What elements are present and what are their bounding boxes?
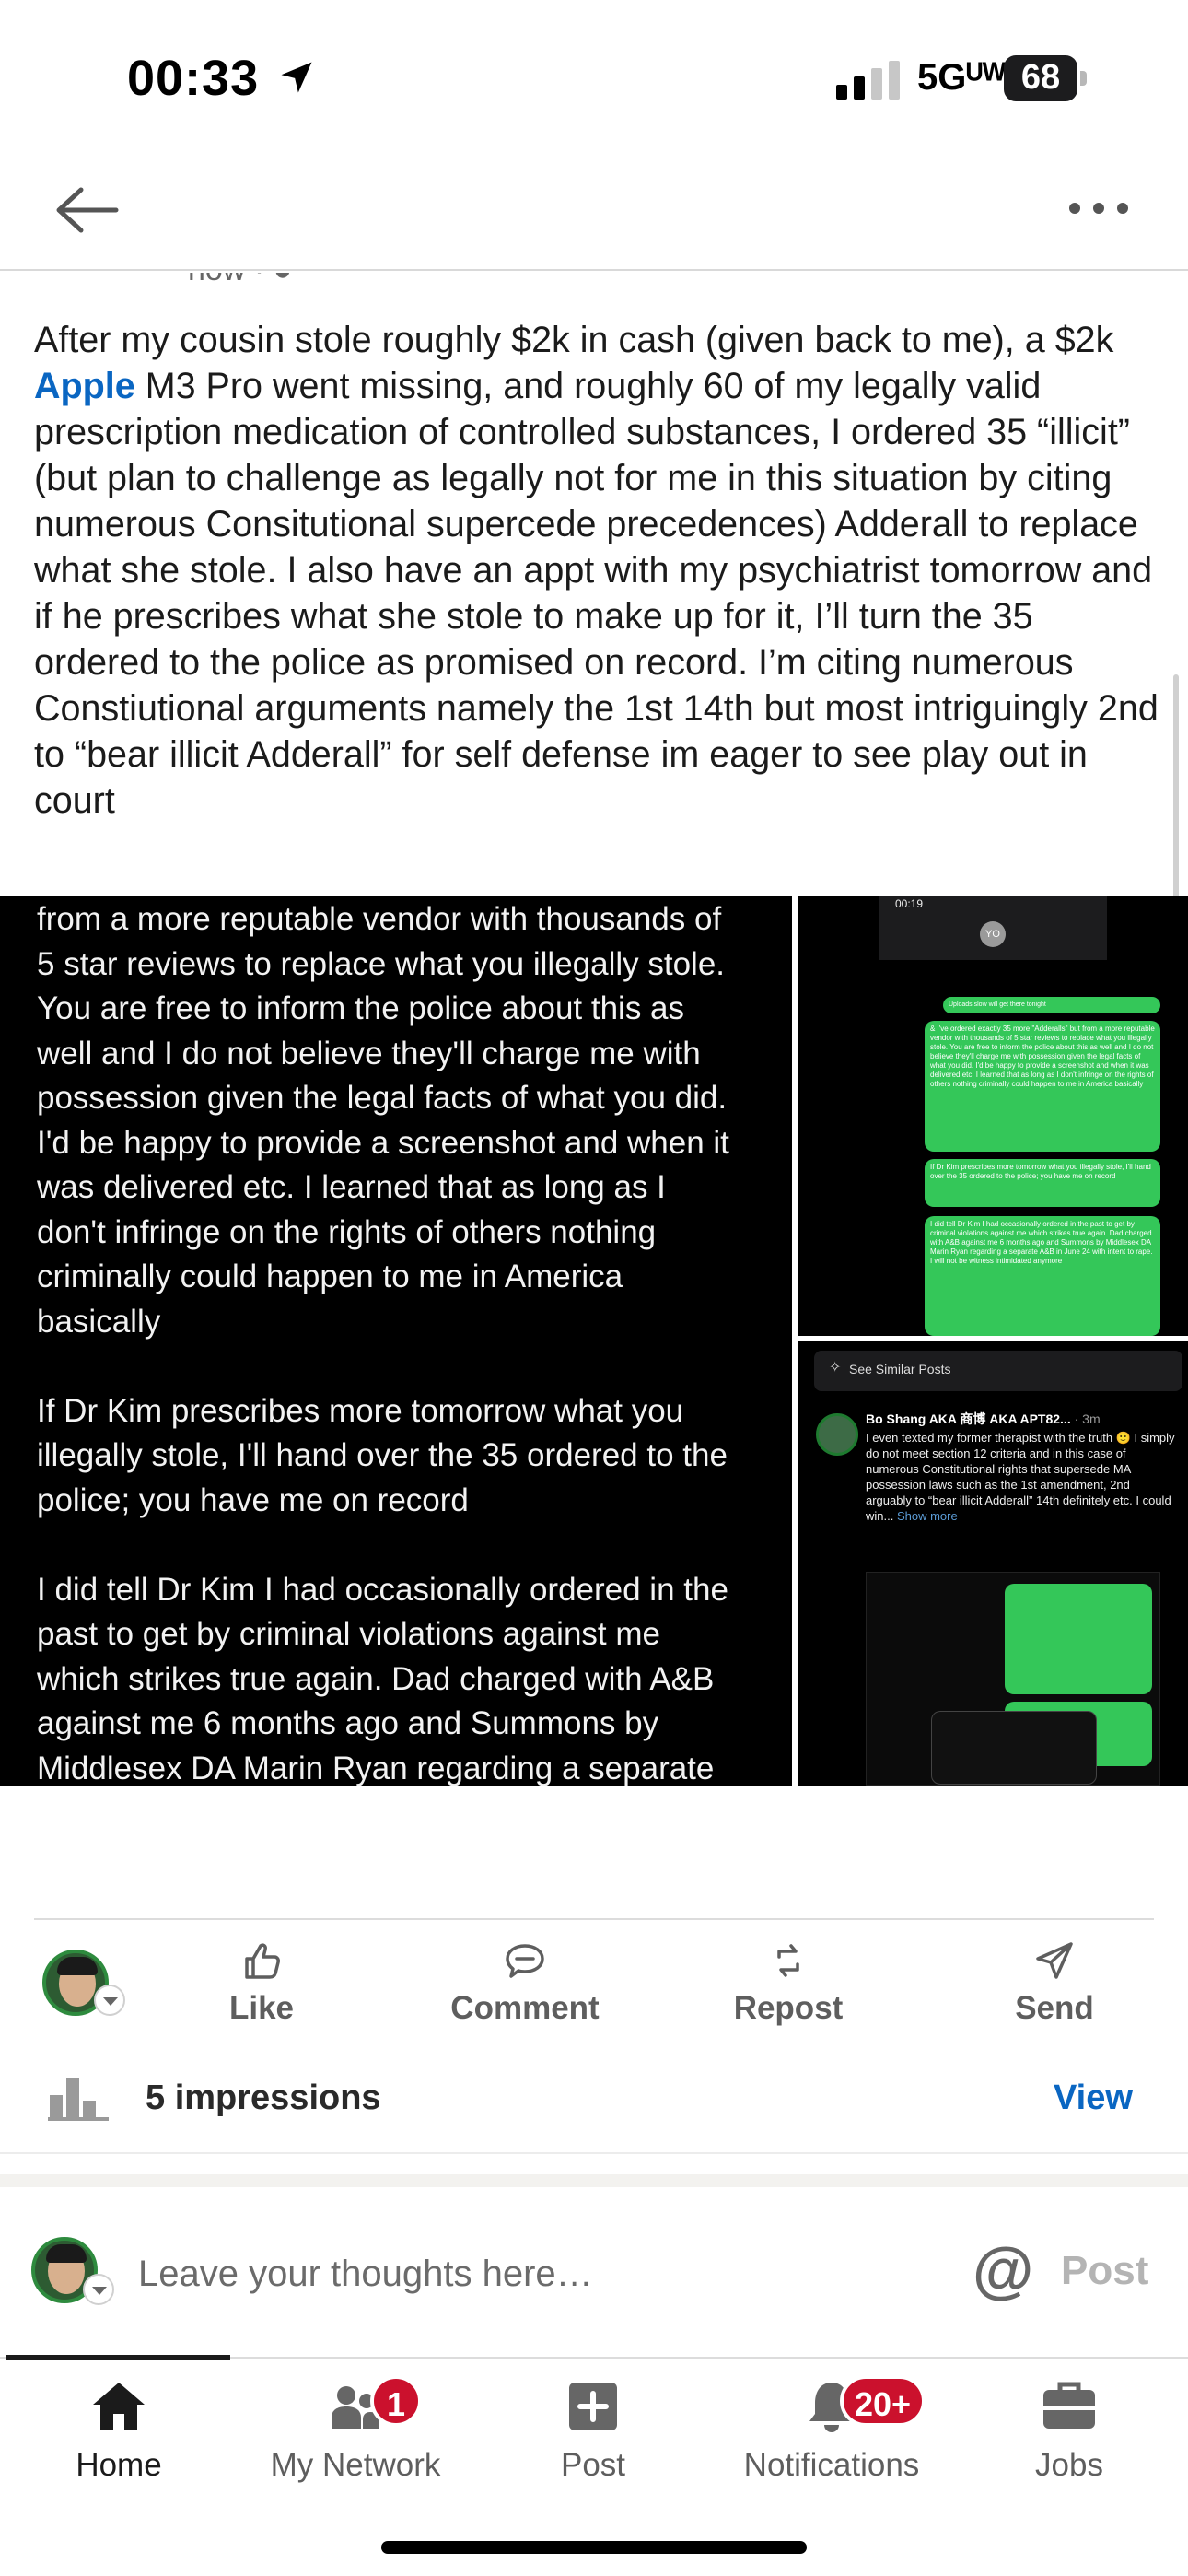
chat-bubble [931, 1711, 1097, 1785]
divider [34, 1918, 1154, 1920]
post-image-chat-screenshot[interactable]: 00:19 YO Uploads slow will get there ton… [798, 896, 1188, 1336]
post-comment-button[interactable]: Post [1061, 2248, 1148, 2294]
chat-bubble: I did tell Dr Kim I had occasionally ord… [925, 1216, 1160, 1336]
repost-label: Repost [733, 1990, 844, 2026]
chat-screenshot-time: 00:19 [895, 897, 924, 910]
cellular-signal-icon [836, 61, 900, 100]
paper-plane-icon [1036, 1942, 1073, 1979]
chat-contact-avatar: YO [980, 921, 1006, 947]
view-analytics-link[interactable]: View [1054, 2078, 1133, 2118]
home-indicator[interactable] [381, 2541, 807, 2554]
tab-label: My Network [270, 2447, 441, 2483]
chat-bubble: Uploads slow will get there tonight [943, 997, 1160, 1013]
top-navigation-bar [0, 157, 1188, 271]
arrow-left-icon[interactable] [52, 182, 122, 238]
tab-label: Jobs [1035, 2447, 1103, 2483]
thumbs-up-icon [245, 1943, 280, 1979]
chevron-down-icon[interactable] [94, 1985, 125, 2016]
avatar [816, 1413, 858, 1456]
repost-arrows-icon [777, 1944, 799, 1977]
feed-post-body: I even texted my former therapist with t… [866, 1431, 1175, 1523]
like-label: Like [228, 1990, 295, 2026]
briefcase-icon [1043, 2382, 1095, 2429]
plus-square-icon [569, 2383, 617, 2430]
bar-chart-icon [48, 2078, 109, 2121]
network-type-label: 5Gᵁᵂ [917, 57, 1007, 98]
location-arrow-icon [281, 62, 312, 93]
tab-jobs[interactable]: Jobs [1028, 2377, 1111, 2506]
tab-label: Post [560, 2447, 626, 2483]
send-button[interactable]: Send [1007, 1938, 1101, 2040]
status-bar: 00:33 5Gᵁᵂ 68 [0, 0, 1188, 157]
tab-notifications[interactable]: Notifications 20+ [728, 2375, 936, 2506]
battery-icon: 68 [1004, 55, 1087, 101]
send-label: Send [1015, 1990, 1094, 2026]
battery-level: 68 [1020, 58, 1061, 97]
tab-my-network[interactable]: My Network 1 [254, 2375, 457, 2506]
tab-label: Home [76, 2447, 162, 2483]
comment-input[interactable] [138, 2244, 930, 2303]
company-mention-link[interactable]: Apple [34, 366, 135, 406]
repost-button[interactable]: Repost [724, 1938, 853, 2040]
chat-bubble: & I've ordered exactly 35 more "Adderall… [925, 1021, 1160, 1152]
comment-button[interactable]: Comment [442, 1938, 608, 2040]
post-text-start: After my cousin stole roughly $2k in cas… [34, 320, 1114, 360]
notification-badge: 1 [370, 2375, 422, 2427]
like-button[interactable]: Like [217, 1938, 306, 2040]
chevron-down-icon[interactable] [83, 2274, 114, 2305]
post-image-collage[interactable]: from a more reputable vendor with thousa… [0, 896, 1188, 1786]
impressions-count: 5 impressions [146, 2078, 381, 2117]
scrollbar[interactable] [1173, 674, 1179, 896]
post-image-text-message[interactable]: from a more reputable vendor with thousa… [0, 896, 792, 1786]
feed-post-image [866, 1572, 1160, 1786]
bottom-tab-bar: Home My Network 1 Post Notifications 20+ [0, 2355, 1188, 2576]
ellipsis-icon[interactable] [1066, 197, 1131, 219]
notification-badge: 20+ [840, 2375, 926, 2427]
house-icon [93, 2383, 145, 2430]
feed-author-name: Bo Shang AKA 商博 AKA APT82... · 3m [866, 1411, 1101, 1426]
image-message-text: from a more reputable vendor with thousa… [37, 901, 729, 1786]
post-text-area: now · ● After my cousin stole roughly $2… [0, 273, 1188, 896]
at-icon[interactable]: @ [973, 2237, 1033, 2303]
active-tab-indicator [6, 2355, 230, 2360]
post-body: After my cousin stole roughly $2k in cas… [34, 317, 1159, 824]
sparkle-icon: ✧ [829, 1360, 842, 1376]
clock-time: 00:33 [127, 51, 260, 106]
post-text-end: M3 Pro went missing, and roughly 60 of m… [34, 366, 1159, 821]
divider [0, 2152, 1188, 2154]
tab-home[interactable]: Home [57, 2377, 181, 2506]
post-timestamp-peek: now · ● [188, 273, 292, 288]
speech-bubble-icon [506, 1944, 544, 1978]
post-image-feed-screenshot[interactable]: ✧ See Similar Posts Bo Shang AKA 商博 AKA … [798, 1341, 1188, 1786]
chat-header: 00:19 YO [879, 896, 1107, 960]
similar-posts-label: See Similar Posts [849, 1362, 951, 1376]
tab-label: Notifications [743, 2447, 920, 2483]
comment-label: Comment [450, 1990, 600, 2026]
tab-post[interactable]: Post [547, 2377, 639, 2506]
chat-bubble [1005, 1584, 1152, 1694]
chat-bubble: If Dr Kim prescribes more tomorrow what … [925, 1159, 1160, 1207]
section-divider [0, 2174, 1188, 2187]
